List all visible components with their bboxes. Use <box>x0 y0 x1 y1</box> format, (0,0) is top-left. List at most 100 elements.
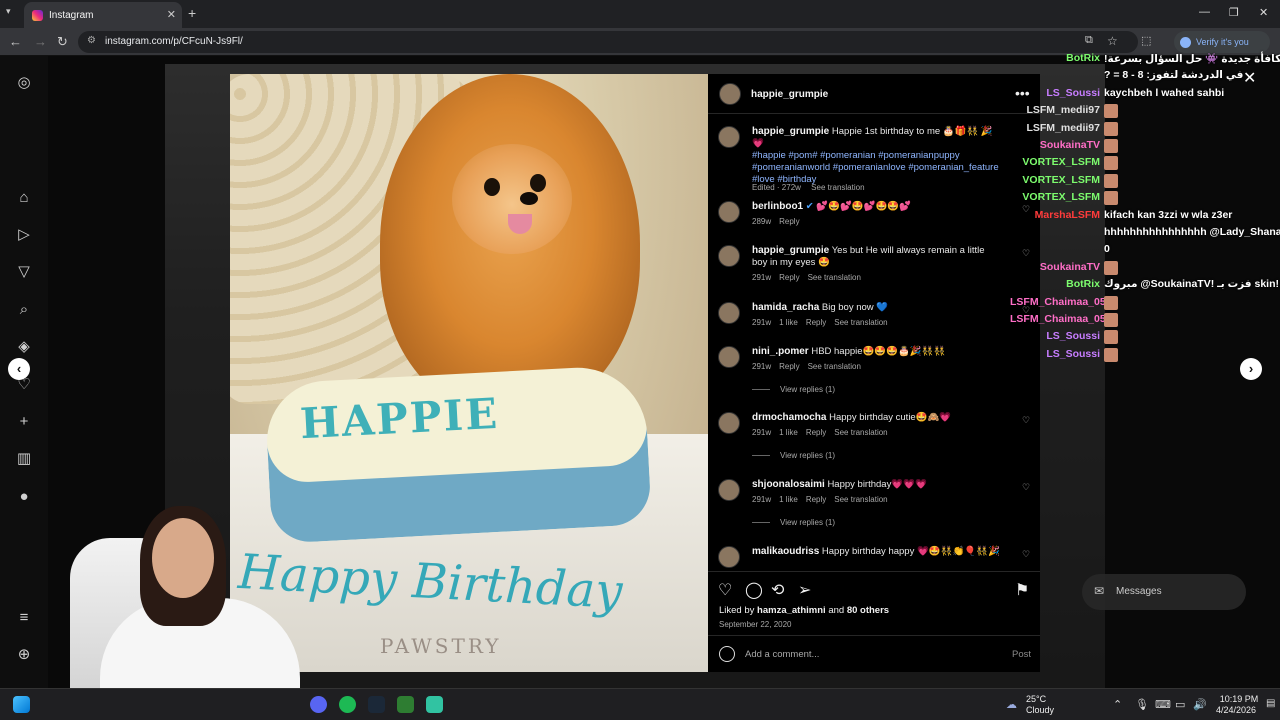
see-translation-link[interactable]: See translation <box>834 495 887 504</box>
see-translation-link[interactable]: See translation <box>808 273 861 282</box>
clock-date[interactable]: 4/24/2026 <box>1212 705 1260 715</box>
messages-button[interactable]: ✉ Messages <box>1082 574 1246 610</box>
minimize-icon[interactable]: — <box>1199 6 1210 18</box>
weather-temp[interactable]: 25°C <box>1026 694 1046 704</box>
likes-count[interactable]: 1 like <box>779 428 798 437</box>
reply-button[interactable]: Reply <box>779 273 799 282</box>
share-icon[interactable]: ➢ <box>798 580 811 600</box>
back-icon[interactable]: ← <box>9 34 22 49</box>
chat-username[interactable]: LS_Soussi <box>1010 87 1100 99</box>
author-avatar[interactable] <box>719 83 741 105</box>
forward-icon[interactable]: → <box>34 34 47 49</box>
instagram-logo-icon[interactable]: ◎ <box>15 74 33 92</box>
avatar[interactable] <box>718 302 740 324</box>
notifications-icon[interactable]: ▽ <box>15 263 33 281</box>
liked-by-others[interactable]: 80 others <box>847 605 889 616</box>
like-comment-icon[interactable]: ♡ <box>1022 549 1030 560</box>
chat-username[interactable]: MarshaLSFM <box>1010 209 1100 221</box>
close-tab-icon[interactable]: ✕ <box>167 8 176 21</box>
chat-username[interactable]: SoukainaTV <box>1010 261 1100 273</box>
view-replies-button[interactable]: View replies (1) <box>752 518 835 527</box>
comments-list[interactable]: happie_grumpie Happie 1st birthday to me… <box>708 115 1040 571</box>
liked-by-user[interactable]: hamza_athimni <box>757 605 826 616</box>
spotify-icon[interactable] <box>339 696 356 713</box>
comment-icon[interactable]: ◯ <box>745 580 763 600</box>
chat-username[interactable]: LSFM_medii97 <box>1010 122 1100 134</box>
post-photo[interactable]: HAPPIE Happy Birthday PAWSTRY <box>230 74 708 672</box>
windows-start-icon[interactable] <box>13 696 30 713</box>
emoji-icon[interactable] <box>719 646 735 662</box>
see-translation-link[interactable]: See translation <box>834 318 887 327</box>
star-icon[interactable]: ☆ <box>1107 34 1118 48</box>
close-window-icon[interactable]: ✕ <box>1259 6 1268 19</box>
see-translation-link[interactable]: See translation <box>811 183 864 192</box>
microphone-icon[interactable]: 🎙 <box>1135 698 1149 711</box>
chat-username[interactable]: VORTEX_LSFM <box>1010 174 1100 186</box>
avatar[interactable] <box>718 245 740 267</box>
reply-button[interactable]: Reply <box>779 362 799 371</box>
streamlabs-icon[interactable] <box>426 696 443 713</box>
comment-username[interactable]: drmochamocha <box>752 412 826 423</box>
see-translation-link[interactable]: See translation <box>834 428 887 437</box>
obs-icon[interactable] <box>397 696 414 713</box>
show-hidden-icons-icon[interactable]: ⌃ <box>1113 698 1122 711</box>
profile-avatar-icon[interactable]: ● <box>15 488 33 506</box>
tab-search-icon[interactable]: ▾ <box>6 6 11 17</box>
steam-icon[interactable] <box>368 696 385 713</box>
extensions-icon[interactable]: ⬚ <box>1141 34 1151 47</box>
avatar[interactable] <box>718 546 740 568</box>
view-replies-button[interactable]: View replies (1) <box>752 451 835 460</box>
install-icon[interactable]: ⧉ <box>1085 34 1093 47</box>
threads-icon[interactable]: ⊕ <box>15 646 33 664</box>
chat-username[interactable]: LS_Soussi <box>1010 330 1100 342</box>
avatar[interactable] <box>718 126 740 148</box>
reply-button[interactable]: Reply <box>779 217 799 226</box>
search-icon[interactable]: ⌕ <box>15 301 33 319</box>
create-icon[interactable]: + <box>15 413 33 431</box>
chat-username[interactable]: BotRix <box>1010 52 1100 64</box>
like-icon[interactable]: ♡ <box>718 580 732 600</box>
view-replies-button[interactable]: View replies (1) <box>752 385 835 394</box>
reload-icon[interactable]: ↻ <box>57 34 68 50</box>
site-info-icon[interactable]: ⚙ <box>87 35 96 46</box>
chat-username[interactable]: LSFM_Chaimaa_05 <box>1010 313 1106 325</box>
chat-username[interactable]: LSFM_Chaimaa_05 <box>1010 296 1106 308</box>
volume-icon[interactable]: 🔊 <box>1193 698 1207 711</box>
chat-username[interactable]: BotRix <box>1010 278 1100 290</box>
notification-center-icon[interactable]: ▤ <box>1266 698 1275 709</box>
maximize-icon[interactable]: ❐ <box>1229 6 1239 19</box>
post-button[interactable]: Post <box>1012 649 1031 660</box>
comment-username[interactable]: berlinboo1 <box>752 201 803 212</box>
keyboard-icon[interactable]: ⌨ <box>1155 698 1171 711</box>
tab-instagram[interactable]: Instagram ✕ <box>24 2 182 28</box>
discord-icon[interactable] <box>310 696 327 713</box>
weather-icon[interactable]: ☁ <box>1006 698 1017 711</box>
reply-button[interactable]: Reply <box>806 495 826 504</box>
caption-hashtags[interactable]: #happie #pom# #pomeranian #pomeranianpup… <box>752 150 999 185</box>
home-icon[interactable]: ⌂ <box>15 189 33 207</box>
avatar[interactable] <box>718 346 740 368</box>
likes-count[interactable]: 1 like <box>779 495 798 504</box>
chat-username[interactable]: VORTEX_LSFM <box>1010 191 1100 203</box>
comment-username[interactable]: shjoonalosaimi <box>752 479 825 490</box>
omnibox[interactable]: ⚙ instagram.com/p/CFcuN-Js9Fl/ <box>78 31 1138 53</box>
menu-icon[interactable]: ≡ <box>15 609 33 627</box>
avatar[interactable] <box>718 201 740 223</box>
caption-username[interactable]: happie_grumpie <box>752 126 829 137</box>
reply-button[interactable]: Reply <box>806 428 826 437</box>
like-comment-icon[interactable]: ♡ <box>1022 482 1030 493</box>
likes-count[interactable]: 1 like <box>779 318 798 327</box>
chat-username[interactable]: LS_Soussi <box>1010 348 1100 360</box>
author-username[interactable]: happie_grumpie <box>751 89 828 100</box>
reels-icon[interactable]: ▷ <box>15 226 33 244</box>
comment-username[interactable]: nini_.pomer <box>752 346 809 357</box>
comment-username[interactable]: hamida_racha <box>752 302 819 313</box>
chat-username[interactable]: LSFM_medii97 <box>1010 104 1100 116</box>
comment-username[interactable]: malikaoudriss <box>752 546 819 557</box>
clock-time[interactable]: 10:19 PM <box>1219 694 1259 704</box>
weather-desc[interactable]: Cloudy <box>1026 705 1054 715</box>
reply-button[interactable]: Reply <box>806 318 826 327</box>
chat-username[interactable]: VORTEX_LSFM <box>1010 156 1100 168</box>
chat-username[interactable]: SoukainaTV <box>1010 139 1100 151</box>
url-text[interactable]: instagram.com/p/CFcuN-Js9Fl/ <box>105 36 243 47</box>
